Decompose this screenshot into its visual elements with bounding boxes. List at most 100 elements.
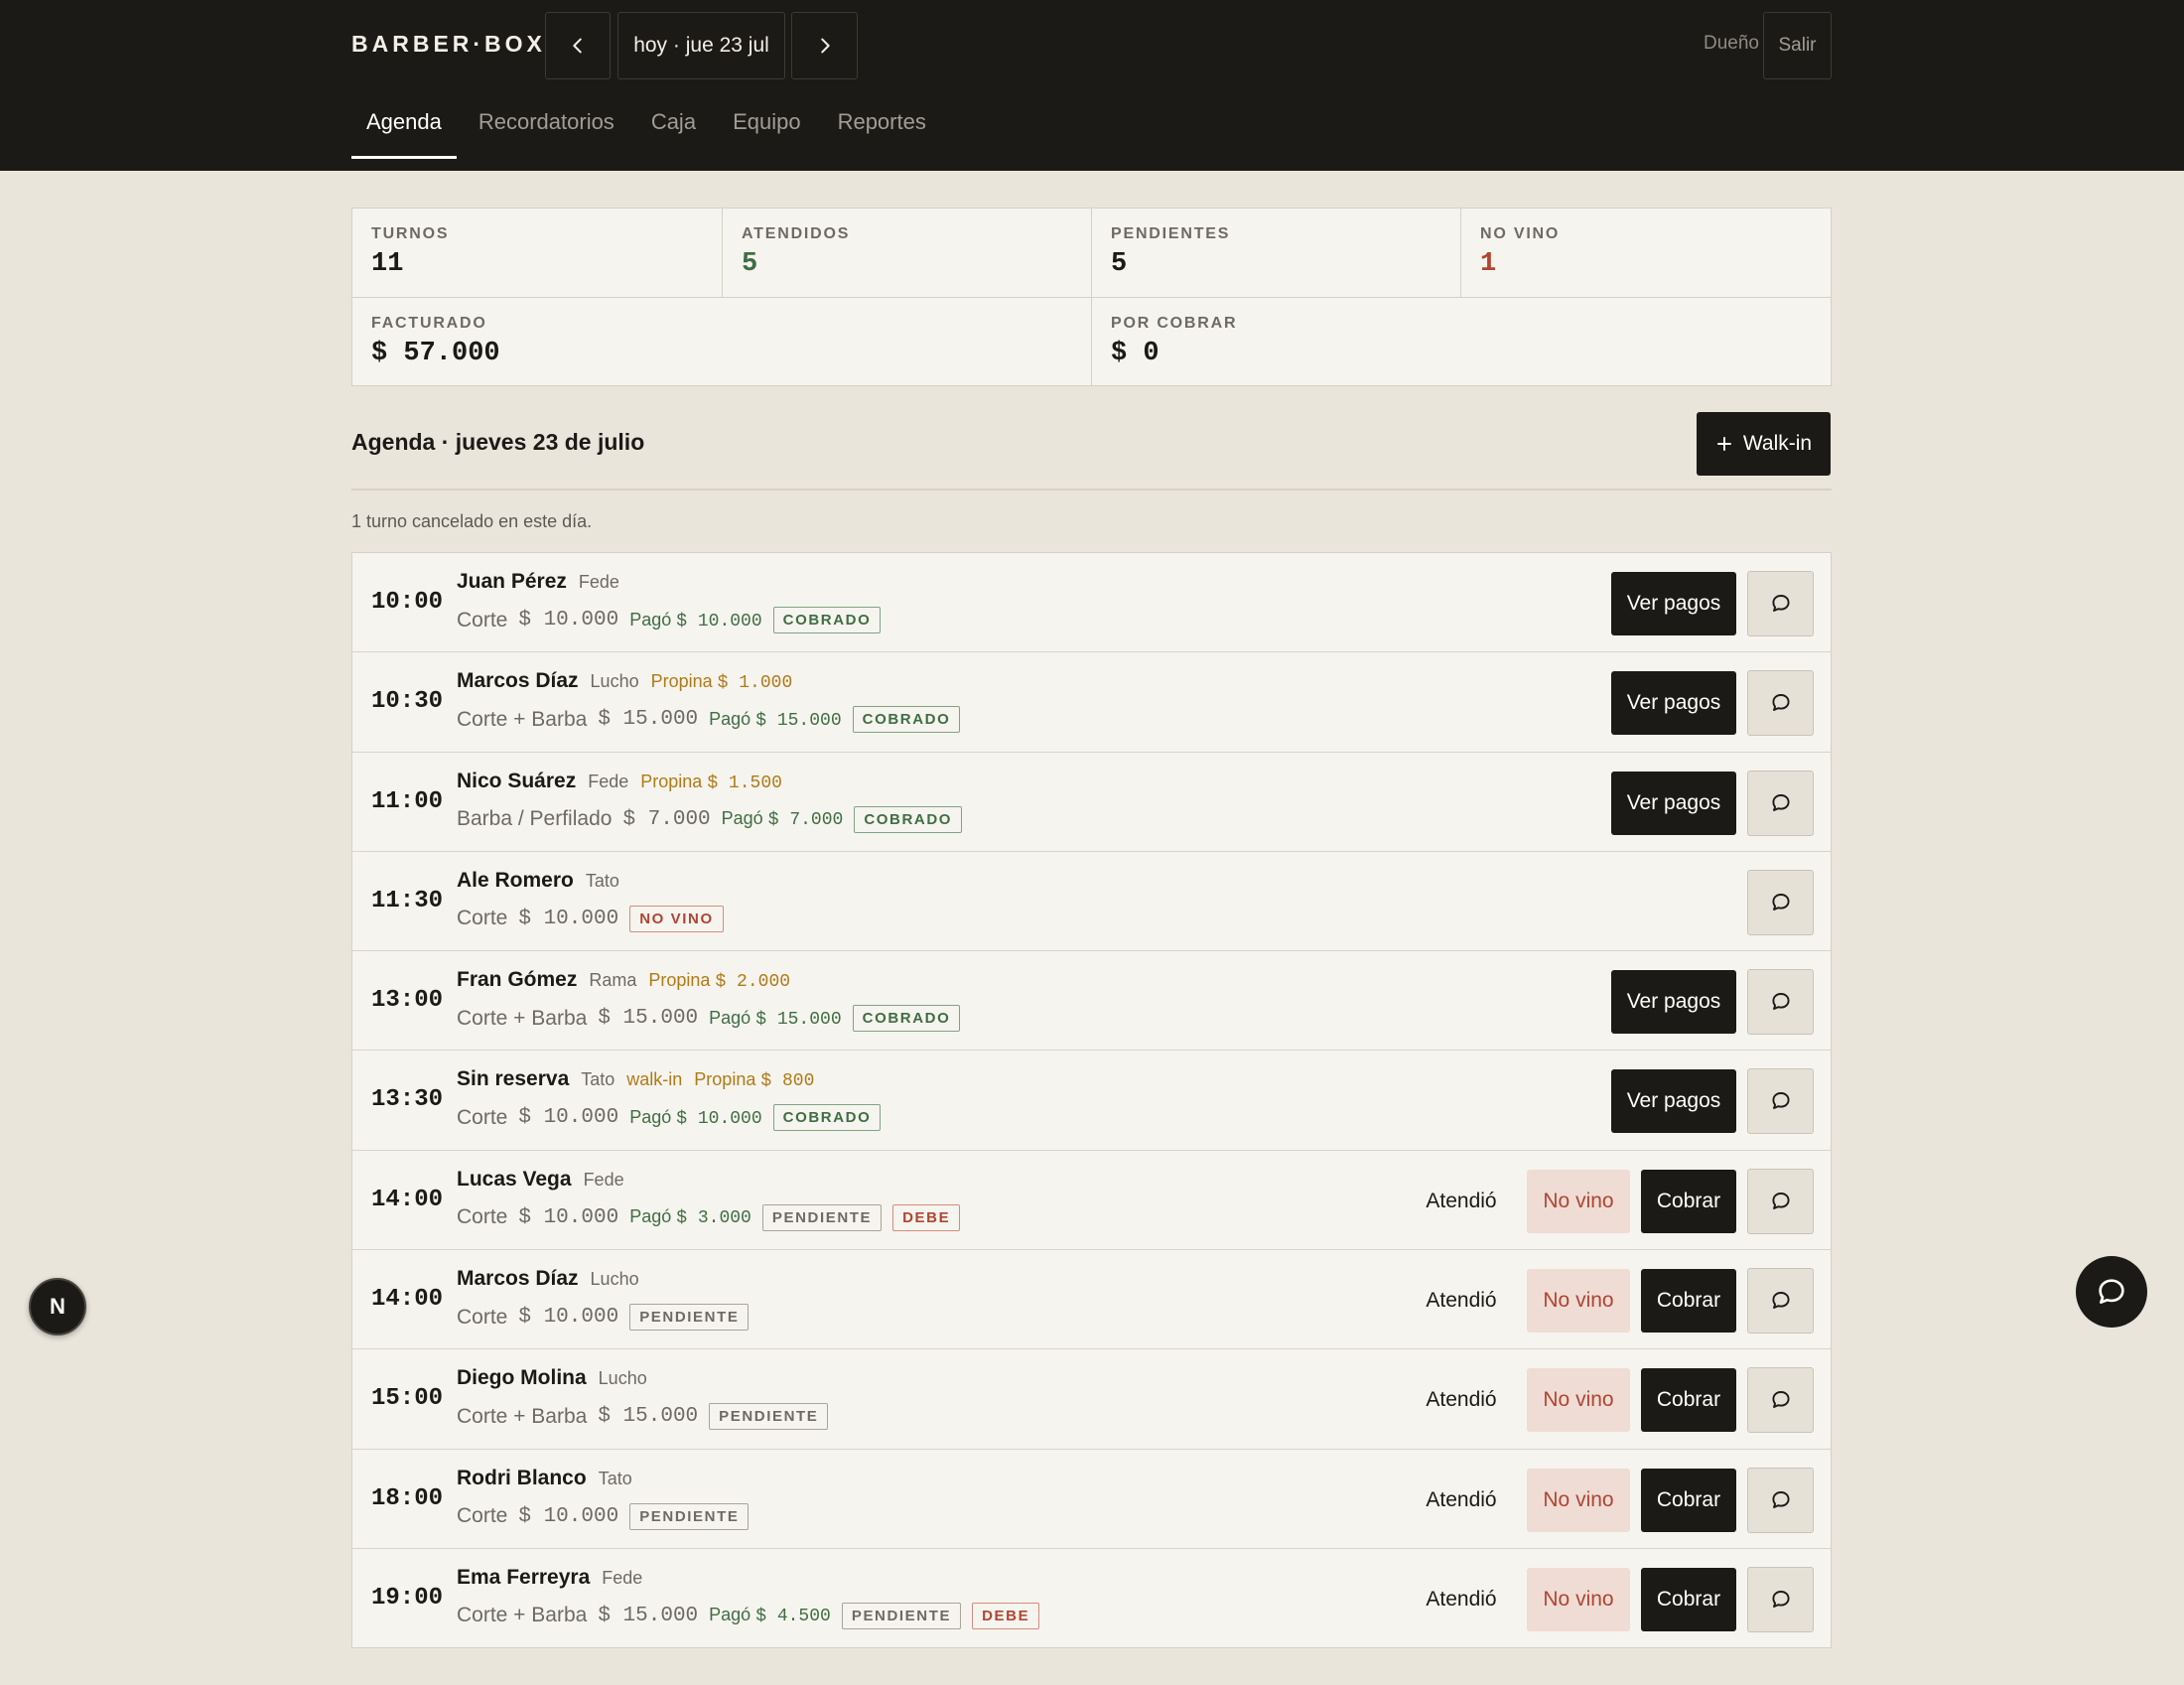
service-name: Corte <box>457 1305 508 1329</box>
prev-day-button[interactable] <box>545 12 611 79</box>
appointment-details: Corte $ 10.000 PENDIENTE <box>457 1502 750 1530</box>
paid-amount: Pagó $ 15.000 <box>709 709 841 731</box>
logout-button[interactable]: Salir <box>1763 12 1832 79</box>
mark-attended-button[interactable]: Atendió <box>1412 1568 1511 1631</box>
message-client-button[interactable] <box>1747 869 1814 935</box>
status-badge: COBRADO <box>772 607 882 633</box>
chat-bubble-icon <box>1771 1591 1790 1608</box>
current-date-button[interactable]: hoy · jue 23 jul <box>617 12 785 79</box>
appointment-time: 10:30 <box>371 688 444 716</box>
appointment-row: 19:00 Ema Ferreyra Fede Corte + Barba $ 15.0… <box>352 1549 1831 1648</box>
row-actions: Ver pagos <box>1611 571 1814 636</box>
appointment-time: 14:00 <box>371 1186 444 1213</box>
message-client-button[interactable] <box>1747 1268 1814 1334</box>
paid-value: $ 4.500 <box>755 1607 831 1627</box>
charge-button[interactable]: Cobrar <box>1641 1468 1736 1532</box>
tab-recordatorios[interactable]: Recordatorios <box>464 103 629 159</box>
paid-label: Pagó <box>709 708 751 729</box>
mark-no-show-button[interactable]: No vino <box>1527 1567 1630 1631</box>
client-name: Marcos Díaz <box>457 669 579 693</box>
paid-amount: Pagó $ 7.000 <box>722 808 844 830</box>
chat-bubble-icon <box>2099 1279 2124 1304</box>
mark-attended-button[interactable]: Atendió <box>1412 1469 1511 1532</box>
support-chat-button[interactable] <box>2076 1256 2147 1328</box>
service-name: Corte <box>457 1105 508 1129</box>
tab-equipo[interactable]: Equipo <box>718 103 816 159</box>
mark-no-show-button[interactable]: No vino <box>1527 1269 1630 1334</box>
stat-value: 5 <box>1111 249 1128 279</box>
mark-attended-button[interactable]: Atendió <box>1412 1170 1511 1233</box>
appointment-time: 15:00 <box>371 1385 444 1413</box>
charge-button[interactable]: Cobrar <box>1641 1368 1736 1433</box>
message-client-button[interactable] <box>1747 1467 1814 1533</box>
message-client-button[interactable] <box>1747 1068 1814 1135</box>
service-name: Corte + Barba <box>457 707 588 731</box>
mark-no-show-button[interactable]: No vino <box>1527 1169 1630 1233</box>
paid-value: $ 15.000 <box>755 1009 842 1030</box>
service-price: $ 10.000 <box>518 1504 619 1528</box>
mark-attended-button[interactable]: Atendió <box>1412 1368 1511 1432</box>
walkin-tag: walk-in <box>626 1069 683 1090</box>
client-name: Diego Molina <box>457 1366 587 1390</box>
appointment-row: 15:00 Diego Molina Lucho Corte + Barba $ 15.… <box>352 1349 1831 1450</box>
charge-button[interactable]: Cobrar <box>1641 1169 1736 1233</box>
charge-button[interactable]: Cobrar <box>1641 1269 1736 1334</box>
chevron-right-icon <box>820 38 830 54</box>
tab-caja[interactable]: Caja <box>636 103 711 159</box>
client-name: Fran Gómez <box>457 968 578 992</box>
stat-value: 5 <box>742 249 758 279</box>
view-payments-button[interactable]: Ver pagos <box>1611 1069 1736 1134</box>
client-name: Sin reserva <box>457 1067 570 1091</box>
message-client-button[interactable] <box>1747 770 1814 836</box>
stat-value: 1 <box>1480 249 1497 279</box>
paid-value: $ 15.000 <box>755 710 842 731</box>
stat-turnos: TURNOS 11 <box>352 209 723 298</box>
mark-no-show-button[interactable]: No vino <box>1527 1368 1630 1433</box>
appointment-details: Corte $ 10.000 NO VINO <box>457 905 724 932</box>
view-payments-button[interactable]: Ver pagos <box>1611 671 1736 736</box>
appointment-row: 11:00 Nico Suárez Fede Propina $ 1.500 Barba… <box>352 753 1831 852</box>
service-price: $ 10.000 <box>518 1306 619 1330</box>
status-badge: NO VINO <box>629 905 724 932</box>
view-payments-button[interactable]: Ver pagos <box>1611 771 1736 835</box>
dev-tools-badge[interactable]: N <box>29 1278 86 1335</box>
service-price: $ 15.000 <box>598 708 699 732</box>
row-actions: Ver pagos <box>1611 770 1814 836</box>
main-tabs: Agenda Recordatorios Caja Equipo Reporte… <box>351 103 941 159</box>
service-price: $ 15.000 <box>598 1604 699 1627</box>
stat-label: NO VINO <box>1480 225 1561 242</box>
row-actions: Atendió No vino Cobrar <box>1412 1367 1814 1434</box>
mark-attended-button[interactable]: Atendió <box>1412 1269 1511 1333</box>
message-client-button[interactable] <box>1747 1566 1814 1632</box>
service-price: $ 10.000 <box>518 907 619 930</box>
mark-no-show-button[interactable]: No vino <box>1527 1468 1630 1532</box>
status-badge: PENDIENTE <box>629 1502 750 1530</box>
stat-value: $ 57.000 <box>371 339 500 368</box>
add-walkin-button[interactable]: Walk-in <box>1697 412 1831 476</box>
client-name: Ema Ferreyra <box>457 1565 591 1589</box>
message-client-button[interactable] <box>1747 1168 1814 1234</box>
tab-reportes[interactable]: Reportes <box>823 103 941 159</box>
view-payments-button[interactable]: Ver pagos <box>1611 572 1736 635</box>
service-price: $ 10.000 <box>518 1205 619 1229</box>
barber-name: Lucho <box>590 1269 639 1290</box>
stat-facturado: FACTURADO $ 57.000 <box>352 298 1092 385</box>
next-day-button[interactable] <box>791 12 858 79</box>
row-actions: Ver pagos <box>1611 1068 1814 1135</box>
charge-button[interactable]: Cobrar <box>1641 1567 1736 1631</box>
view-payments-button[interactable]: Ver pagos <box>1611 970 1736 1035</box>
paid-label: Pagó <box>721 808 763 829</box>
message-client-button[interactable] <box>1747 969 1814 1036</box>
service-name: Corte + Barba <box>457 1006 588 1030</box>
status-badge: DEBE <box>892 1203 961 1231</box>
message-client-button[interactable] <box>1747 571 1814 636</box>
appointment-details: Corte + Barba $ 15.000 Pagó $ 15.000 COBRAD… <box>457 1005 961 1033</box>
row-actions <box>1747 869 1814 935</box>
message-client-button[interactable] <box>1747 670 1814 737</box>
message-client-button[interactable] <box>1747 1367 1814 1434</box>
top-bar: BARBER·BOX hoy · jue 23 jul Dueño Salir … <box>0 0 2184 171</box>
tab-agenda[interactable]: Agenda <box>351 103 457 159</box>
barber-name: Lucho <box>598 1368 647 1389</box>
appointment-time: 11:30 <box>371 887 444 914</box>
paid-label: Pagó <box>709 1605 751 1625</box>
